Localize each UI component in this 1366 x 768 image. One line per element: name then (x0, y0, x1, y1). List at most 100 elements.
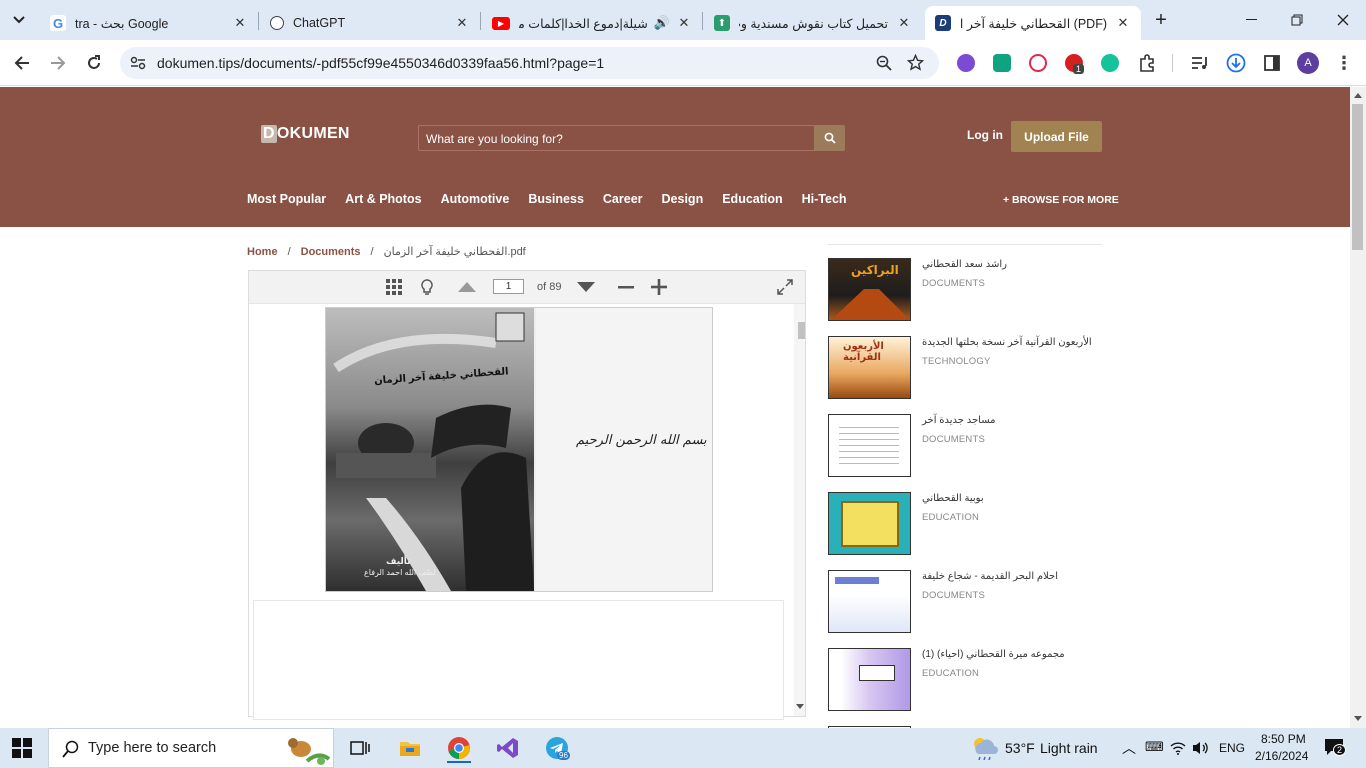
download-icon[interactable] (1225, 52, 1247, 74)
language-indicator[interactable]: ENG (1219, 741, 1245, 755)
volume-icon[interactable] (1192, 740, 1208, 756)
tab-google[interactable]: G tra - بحث Google ✕ (40, 6, 258, 40)
menu-kebab-icon[interactable]: ⋮ (1333, 52, 1355, 74)
weather-rain-icon[interactable] (970, 736, 998, 760)
related-thumbnail[interactable]: الأربعون القرآنية (828, 336, 911, 399)
upload-file-button[interactable]: Upload File (1011, 121, 1102, 152)
related-item[interactable]: البراكين راشد سعد القحطاني DOCUMENTS (828, 258, 1102, 322)
nav-design[interactable]: Design (662, 192, 704, 206)
tab-chatgpt[interactable]: ChatGPT ✕ (260, 6, 480, 40)
telegram-button[interactable]: 96 (545, 736, 570, 760)
scroll-down-arrow-icon[interactable] (1354, 716, 1362, 722)
nav-art-photos[interactable]: Art & Photos (345, 192, 421, 206)
related-title[interactable]: احلام البحر القديمة - شجاع خليفة (922, 571, 1058, 582)
forward-button[interactable] (47, 52, 69, 74)
weather-text[interactable]: Light rain (1040, 740, 1098, 756)
related-item[interactable]: مساجد جديدة آخر DOCUMENTS (828, 414, 1102, 478)
lights-off-button[interactable] (419, 277, 435, 297)
ime-icon[interactable]: ⌨ (1145, 739, 1164, 755)
nav-most-popular[interactable]: Most Popular (247, 192, 326, 206)
new-tab-button[interactable]: + (1150, 9, 1172, 31)
breadcrumb-home[interactable]: Home (247, 246, 278, 258)
visual-studio-button[interactable] (496, 736, 520, 760)
file-explorer-button[interactable] (398, 736, 422, 760)
nav-career[interactable]: Career (603, 192, 643, 206)
site-search-button[interactable] (814, 125, 845, 151)
scroll-down-arrow-icon[interactable] (796, 704, 804, 710)
weather-temp[interactable]: 53°F (1005, 740, 1035, 756)
grid-view-button[interactable] (385, 277, 403, 297)
extension-player-icon[interactable] (1029, 54, 1047, 72)
close-icon[interactable]: ✕ (454, 15, 470, 31)
minimize-button[interactable] (1228, 0, 1274, 40)
task-view-button[interactable] (348, 736, 372, 760)
next-page-button[interactable] (576, 277, 596, 297)
related-item[interactable]: احلام البحر القديمة - شجاع خليفة DOCUMEN… (828, 570, 1102, 634)
close-icon[interactable]: ✕ (1115, 15, 1131, 31)
page-number-input[interactable]: 1 (493, 279, 524, 294)
tab-book-site[interactable]: ⬆ تحميل كتاب نقوش مسندية وت ✕ (704, 6, 922, 40)
site-search-input[interactable]: What are you looking for? (418, 125, 815, 151)
extension-chatgpt-icon[interactable] (993, 54, 1011, 72)
related-thumbnail[interactable]: البراكين (828, 258, 911, 321)
breadcrumb-documents[interactable]: Documents (301, 246, 361, 258)
media-control-icon[interactable] (1189, 52, 1211, 74)
fullscreen-button[interactable] (776, 277, 794, 297)
viewer-scrollbar[interactable] (794, 304, 805, 716)
tab-youtube[interactable]: ▶ شيلة|دموع الخدا|كلمات مو 🔊 ✕ (482, 6, 702, 40)
start-button[interactable] (12, 738, 34, 758)
related-thumbnail[interactable] (828, 492, 911, 555)
scroll-up-arrow-icon[interactable] (1354, 92, 1362, 98)
related-title[interactable]: الأربعون القرآنية آخر نسخة بحلتها الجديد… (922, 337, 1092, 348)
back-button[interactable] (11, 52, 33, 74)
zoom-in-button[interactable] (650, 277, 668, 297)
close-icon[interactable]: ✕ (232, 15, 248, 31)
browse-more-link[interactable]: + BROWSE FOR MORE (1003, 194, 1119, 206)
nav-automotive[interactable]: Automotive (441, 192, 510, 206)
related-title[interactable]: راشد سعد القحطاني (922, 259, 1007, 270)
speaker-icon[interactable]: 🔊 (654, 15, 670, 31)
nav-business[interactable]: Business (528, 192, 584, 206)
close-window-button[interactable] (1320, 0, 1366, 40)
extensions-puzzle-icon[interactable] (1136, 52, 1158, 74)
reload-button[interactable] (83, 52, 105, 74)
bookmark-star-icon[interactable] (907, 54, 924, 71)
related-item[interactable]: الأربعون القرآنية الأربعون القرآنية آخر … (828, 336, 1102, 400)
nav-hi-tech[interactable]: Hi-Tech (802, 192, 847, 206)
tab-search-button[interactable] (8, 10, 30, 30)
related-item[interactable]: مجموعه ميرة القحطاني (احياء) (1) EDUCATI… (828, 648, 1102, 712)
login-link[interactable]: Log in (967, 128, 1003, 142)
side-panel-icon[interactable] (1261, 52, 1283, 74)
page-scroll-thumb[interactable] (1352, 104, 1363, 250)
related-title[interactable]: مساجد جديدة آخر (922, 415, 996, 426)
chevron-up-icon[interactable]: ︿ (1122, 738, 1136, 758)
related-thumbnail[interactable] (828, 414, 911, 477)
notification-button[interactable]: 2 (1324, 738, 1347, 758)
profile-avatar[interactable]: A (1297, 52, 1319, 74)
close-icon[interactable]: ✕ (896, 15, 912, 31)
related-item[interactable]: بوبية القحطاني EDUCATION (828, 492, 1102, 556)
close-icon[interactable]: ✕ (676, 15, 692, 31)
taskbar-search-box[interactable]: Type here to search (48, 728, 334, 768)
site-logo[interactable]: D OKUMEN (261, 125, 350, 143)
extension-video-icon[interactable] (957, 54, 975, 72)
wifi-icon[interactable] (1170, 741, 1186, 755)
zoom-out-button[interactable] (617, 277, 635, 297)
address-bar[interactable]: dokumen.tips/documents/-pdf55cf99e455034… (120, 47, 939, 79)
clock-time[interactable]: 8:50 PM (1261, 732, 1306, 746)
viewer-scroll-thumb[interactable] (798, 322, 805, 339)
zoom-icon[interactable] (876, 55, 892, 71)
chrome-taskbar-button[interactable] (447, 733, 471, 763)
related-title[interactable]: مجموعه ميرة القحطاني (احياء) (1) (922, 649, 1065, 660)
related-thumbnail[interactable] (828, 648, 911, 711)
related-thumbnail[interactable] (828, 570, 911, 633)
restore-button[interactable] (1274, 0, 1320, 40)
tab-dokumen[interactable]: D (PDF) القحطاني خليفة آخر الزمان ✕ (925, 6, 1141, 40)
page-scrollbar[interactable] (1350, 87, 1366, 728)
prev-page-button[interactable] (457, 277, 477, 297)
site-settings-icon[interactable] (130, 56, 146, 70)
clock-date[interactable]: 2/16/2024 (1255, 749, 1308, 763)
related-title[interactable]: بوبية القحطاني (922, 493, 984, 504)
extension-grammarly-icon[interactable] (1101, 54, 1119, 72)
url-text[interactable]: dokumen.tips/documents/-pdf55cf99e455034… (157, 55, 604, 71)
